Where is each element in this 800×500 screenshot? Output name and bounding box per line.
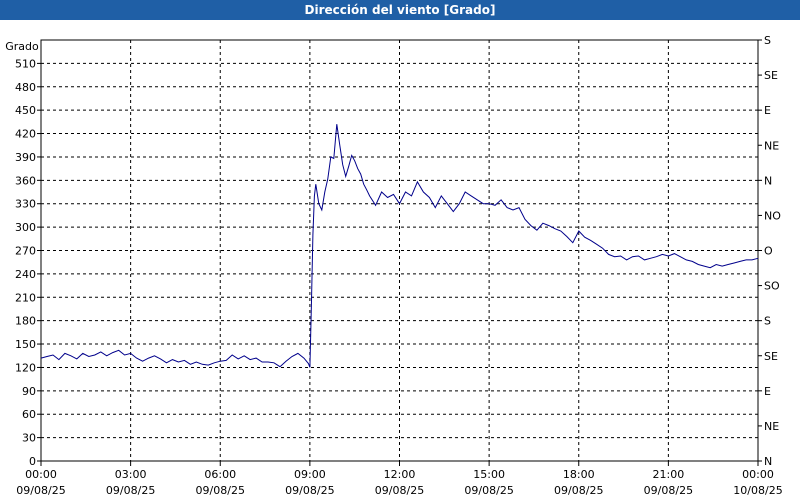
right-tick-label: SE: [764, 350, 778, 363]
x-tick-time: 15:00: [473, 468, 505, 481]
y-tick-label: 30: [22, 432, 36, 445]
y-tick-label: 60: [22, 408, 36, 421]
y-tick-label: 330: [15, 198, 36, 211]
right-tick-label: NO: [764, 209, 781, 222]
right-tick-label: E: [764, 104, 771, 117]
y-axis-label: Grado: [5, 40, 39, 53]
right-tick-labels: N NE E SE S SO O NO N NE E SE S: [764, 34, 781, 468]
right-tick-label: SE: [764, 69, 778, 82]
x-tick-time: 03:00: [115, 468, 147, 481]
y-tick-label: 150: [15, 338, 36, 351]
x-tick-date: 09/08/25: [285, 484, 334, 497]
y-tick-label: 450: [15, 104, 36, 117]
right-tick-label: O: [764, 245, 773, 258]
y-tick-labels: 0 30 60 90 120 150 180 210 240 270 300 330 360 390 420…: [15, 57, 36, 468]
y-tick-label: 510: [15, 57, 36, 70]
x-tick-date: 10/08/25: [733, 484, 782, 497]
x-tick-date: 09/08/25: [16, 484, 65, 497]
y-tick-label: 120: [15, 361, 36, 374]
right-tick-label: N: [764, 174, 772, 187]
y-tick-label: 240: [15, 268, 36, 281]
x-tick-time: 09:00: [294, 468, 326, 481]
x-tick-time: 00:00: [25, 468, 57, 481]
right-tick-label: S: [764, 34, 771, 47]
x-tick-date: 09/08/25: [554, 484, 603, 497]
x-tick-time: 06:00: [204, 468, 236, 481]
right-tick-label: E: [764, 385, 771, 398]
y-tick-label: 480: [15, 81, 36, 94]
y-tick-label: 300: [15, 221, 36, 234]
x-tick-date: 09/08/25: [106, 484, 155, 497]
y-tick-label: 360: [15, 174, 36, 187]
y-tick-label: 420: [15, 128, 36, 141]
x-tick-time: 00:00: [742, 468, 774, 481]
y-tick-label: 390: [15, 151, 36, 164]
x-tick-time: 12:00: [384, 468, 416, 481]
y-tick-label: 270: [15, 245, 36, 258]
x-tick-time: 18:00: [563, 468, 595, 481]
x-tick-date: 09/08/25: [196, 484, 245, 497]
right-tick-label: SO: [764, 280, 780, 293]
right-tick-label: S: [764, 315, 771, 328]
x-tick-time: 21:00: [653, 468, 685, 481]
y-tick-label: 210: [15, 291, 36, 304]
right-tick-label: NE: [764, 139, 779, 152]
right-tick-label: NE: [764, 420, 779, 433]
right-tick-label: N: [764, 455, 772, 468]
x-tick-labels: 00:00 09/08/25 03:00 09/08/25 06:00 09/08/25 0…: [16, 468, 782, 497]
x-tick-date: 09/08/25: [644, 484, 693, 497]
y-tick-label: 0: [29, 455, 36, 468]
x-tick-date: 09/08/25: [464, 484, 513, 497]
y-tick-label: 90: [22, 385, 36, 398]
grid-lines: [41, 40, 758, 461]
x-tick-date: 09/08/25: [375, 484, 424, 497]
wind-direction-chart: Grado 0 30 60 90 120 150 180 210 240 270 300 330 360…: [5, 34, 782, 497]
y-tick-label: 180: [15, 315, 36, 328]
